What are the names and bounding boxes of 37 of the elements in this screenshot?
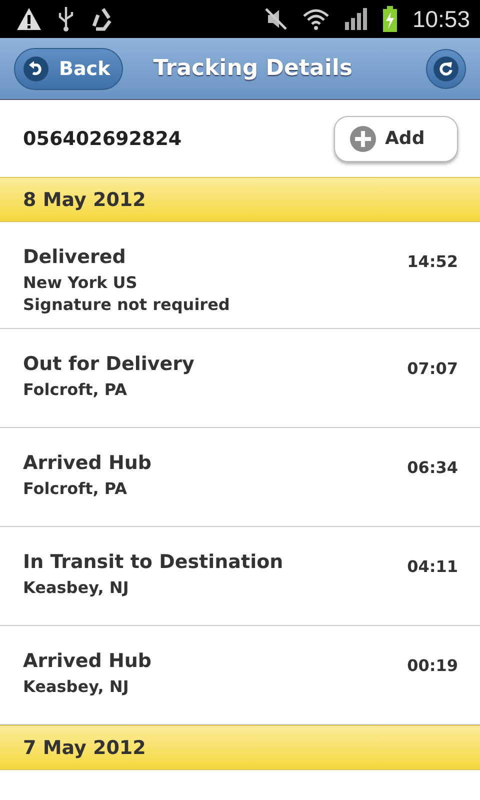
signal-icon: [344, 8, 368, 30]
event-time: 06:34: [407, 458, 458, 477]
back-button[interactable]: Back: [14, 48, 124, 90]
event-time: 04:11: [407, 557, 458, 576]
clock-time: 10:53: [412, 6, 470, 32]
event-detail: Folcroft, PA: [23, 380, 128, 399]
refresh-button[interactable]: [426, 48, 466, 88]
tracking-event[interactable]: Arrived Hub Folcroft, PA 06:34: [0, 428, 480, 527]
refresh-icon: [433, 56, 459, 82]
event-status: In Transit to Destination: [23, 551, 284, 573]
event-time: 00:19: [407, 656, 458, 675]
event-detail: Folcroft, PA: [23, 479, 128, 498]
event-detail: Signature not required: [23, 295, 230, 314]
tracking-event[interactable]: In Transit to Destination Keasbey, NJ 04:11: [0, 527, 480, 626]
tracking-event[interactable]: Out for Delivery Folcroft, PA 07:07: [0, 329, 480, 428]
back-icon: [23, 56, 49, 82]
event-status: Arrived Hub: [23, 650, 152, 672]
event-detail: Keasbey, NJ: [23, 578, 130, 597]
screen-title: Tracking Details: [153, 56, 354, 81]
tracking-number: 056402692824: [23, 128, 182, 150]
event-detail: New York US: [23, 273, 138, 292]
battery-icon: [382, 6, 398, 32]
event-status: Out for Delivery: [23, 353, 194, 375]
event-time: 14:52: [407, 252, 458, 271]
event-status: Delivered: [23, 246, 127, 268]
plus-icon: [350, 126, 376, 152]
usb-icon: [56, 6, 76, 32]
warning-icon: [16, 7, 42, 31]
event-time: 07:07: [407, 359, 458, 378]
event-detail: Keasbey, NJ: [23, 677, 130, 696]
date-header: 7 May 2012: [0, 725, 480, 770]
wifi-icon: [302, 7, 330, 31]
add-button[interactable]: Add: [334, 116, 458, 162]
mute-icon: [264, 7, 288, 31]
tracking-event[interactable]: Delivered New York US Signature not required 14:52: [0, 222, 480, 329]
date-header: 8 May 2012: [0, 177, 480, 222]
event-status: Arrived Hub: [23, 452, 152, 474]
